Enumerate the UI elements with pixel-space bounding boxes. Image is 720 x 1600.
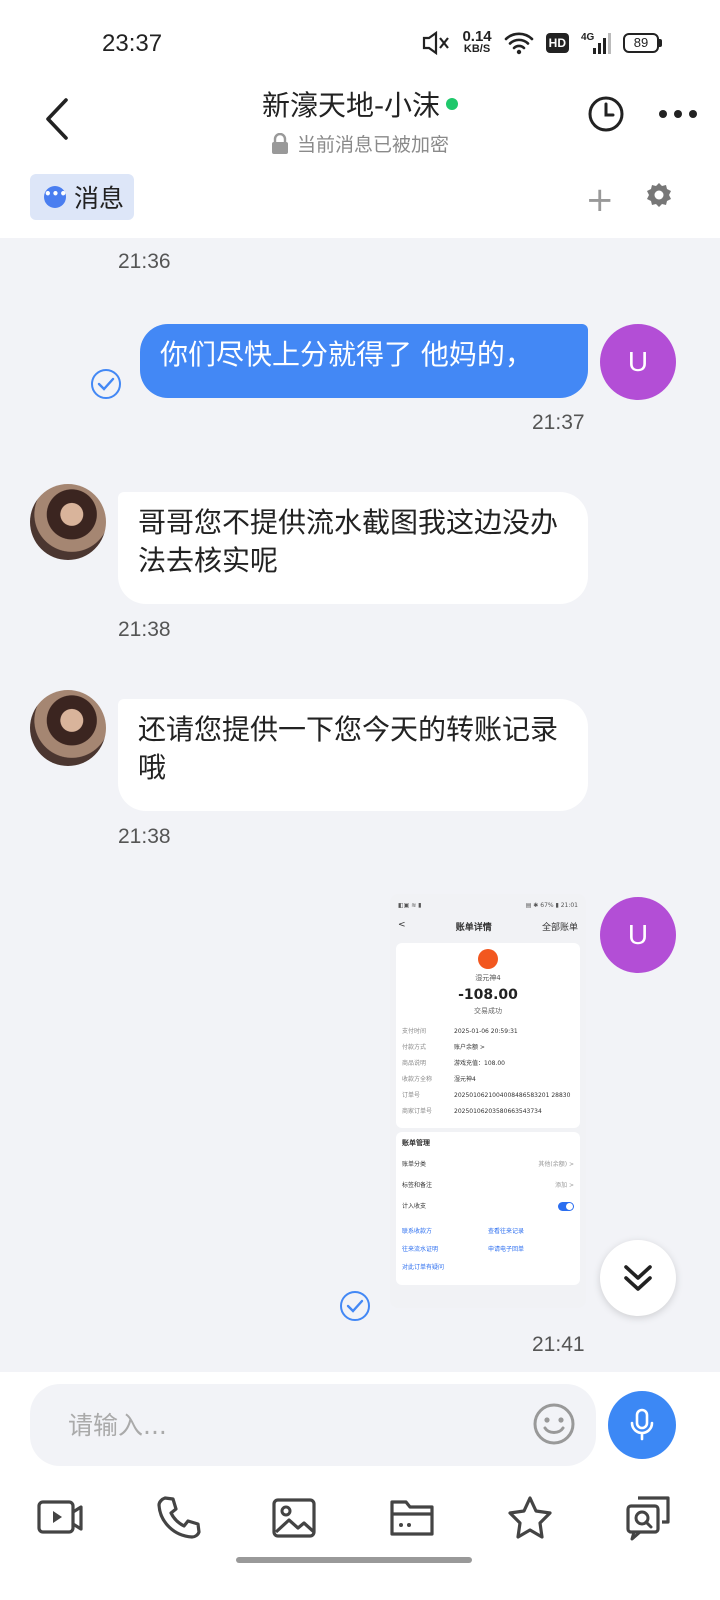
signal-icon: 4G xyxy=(581,32,611,54)
avatar[interactable]: U xyxy=(600,897,676,973)
tab-messages[interactable]: ••• 消息 xyxy=(30,174,135,220)
scroll-to-bottom-button[interactable] xyxy=(600,1240,676,1316)
double-chevron-down-icon xyxy=(624,1265,652,1291)
incoming-message-bubble[interactable]: 还请您提供一下您今天的转账记录哦 xyxy=(118,699,588,811)
history-clock-icon[interactable] xyxy=(586,94,626,134)
bill-amount: -108.00 xyxy=(458,987,518,1003)
bill-manage-card: 账单管理 账单分类 其他(余额) > 标签和备注 添加 > 计入收支 联系收款方 查… xyxy=(396,1132,580,1285)
screenshot-status-bar: ◧▣ ≋ ▮ ▤ ✱ 67% ▮ 21:01 xyxy=(398,902,578,909)
hd-badge: HD xyxy=(545,33,569,53)
svg-text:4G: 4G xyxy=(581,32,595,43)
message-time: 21:38 xyxy=(118,825,171,848)
chat-header: 新濠天地-小沫 当前消息已被加密 xyxy=(0,88,720,168)
bill-row: 商品说明 游戏充值：108.00 xyxy=(402,1060,505,1067)
star-icon[interactable] xyxy=(506,1494,554,1542)
wifi-icon xyxy=(504,32,533,55)
bill-row: 支付时间 2025-01-06 20:59:31 xyxy=(402,1028,518,1035)
contact-avatar[interactable] xyxy=(30,484,106,560)
message-time: 21:37 xyxy=(532,411,585,434)
bill-row: 订单号 2025010621004008486583201 28830 xyxy=(402,1092,571,1099)
microphone-icon xyxy=(630,1408,654,1441)
video-call-icon[interactable] xyxy=(36,1494,84,1542)
voice-button[interactable] xyxy=(608,1391,676,1459)
battery-icon: 89 xyxy=(623,33,662,53)
status-time: 23:37 xyxy=(102,30,163,57)
bill-links: 联系收款方 查看往来记录 往来流水证明 申请电子回单 对此订单有疑问 xyxy=(402,1228,525,1271)
image-icon[interactable] xyxy=(270,1494,318,1542)
home-indicator[interactable] xyxy=(236,1557,472,1563)
toggle-switch xyxy=(558,1202,574,1211)
read-check-icon xyxy=(91,369,121,399)
bill-row: 收款方全称 湿元神4 xyxy=(402,1076,476,1083)
outgoing-message-bubble[interactable]: 你们尽快上分就得了 他妈的， xyxy=(140,324,588,398)
status-icons: 0.14 KB/S HD 4G 89 xyxy=(420,28,662,56)
contact-title[interactable]: 新濠天地-小沫 xyxy=(261,84,459,124)
folder-icon[interactable] xyxy=(388,1494,436,1542)
image-message[interactable]: ◧▣ ≋ ▮ ▤ ✱ 67% ▮ 21:01 < 账单详情 全部账单 湿元神4 -… xyxy=(390,894,586,1308)
gear-icon[interactable] xyxy=(646,182,672,208)
bill-row: 付款方式 账户余额 > xyxy=(402,1044,485,1051)
screenshot-nav: < 账单详情 全部账单 xyxy=(398,920,578,933)
status-bar: 23:37 0.14 KB/S HD 4G 89 xyxy=(0,0,720,88)
message-timestamp: 21:36 xyxy=(118,250,171,273)
read-check-icon xyxy=(340,1291,370,1321)
encryption-notice: 当前消息已被加密 xyxy=(0,130,720,157)
net-speed: 0.14 KB/S xyxy=(462,28,492,55)
input-bar xyxy=(0,1372,720,1600)
incoming-message-bubble[interactable]: 哥哥您不提供流水截图我这边没办法去核实呢 xyxy=(118,492,588,604)
lock-icon xyxy=(271,132,288,154)
chat-bubble-icon: ••• xyxy=(44,186,67,208)
message-input[interactable] xyxy=(68,1406,508,1444)
mute-icon xyxy=(423,30,450,56)
merchant-logo xyxy=(478,949,498,969)
bill-detail-card: 湿元神4 -108.00 交易成功 支付时间 2025-01-06 20:59:3… xyxy=(396,943,580,1128)
contact-name: 新濠天地-小沫 xyxy=(261,89,441,122)
phone-icon[interactable] xyxy=(154,1494,202,1542)
message-input-box[interactable] xyxy=(30,1384,596,1466)
contact-avatar[interactable] xyxy=(30,690,106,766)
message-time: 21:38 xyxy=(118,618,171,641)
avatar[interactable]: U xyxy=(600,324,676,400)
tab-label: 消息 xyxy=(74,184,125,213)
chat-tabs: ••• 消息 + xyxy=(0,168,720,238)
add-tab-icon[interactable]: + xyxy=(586,180,615,220)
message-time: 21:41 xyxy=(532,1333,585,1356)
emoji-icon[interactable] xyxy=(532,1402,576,1446)
more-options-icon[interactable] xyxy=(658,96,698,132)
back-arrow-icon[interactable] xyxy=(38,96,78,142)
search-chat-icon[interactable] xyxy=(624,1494,672,1542)
online-status-dot xyxy=(446,98,459,110)
bill-row: 商家订单号 20250106203580663543734 xyxy=(402,1108,542,1115)
